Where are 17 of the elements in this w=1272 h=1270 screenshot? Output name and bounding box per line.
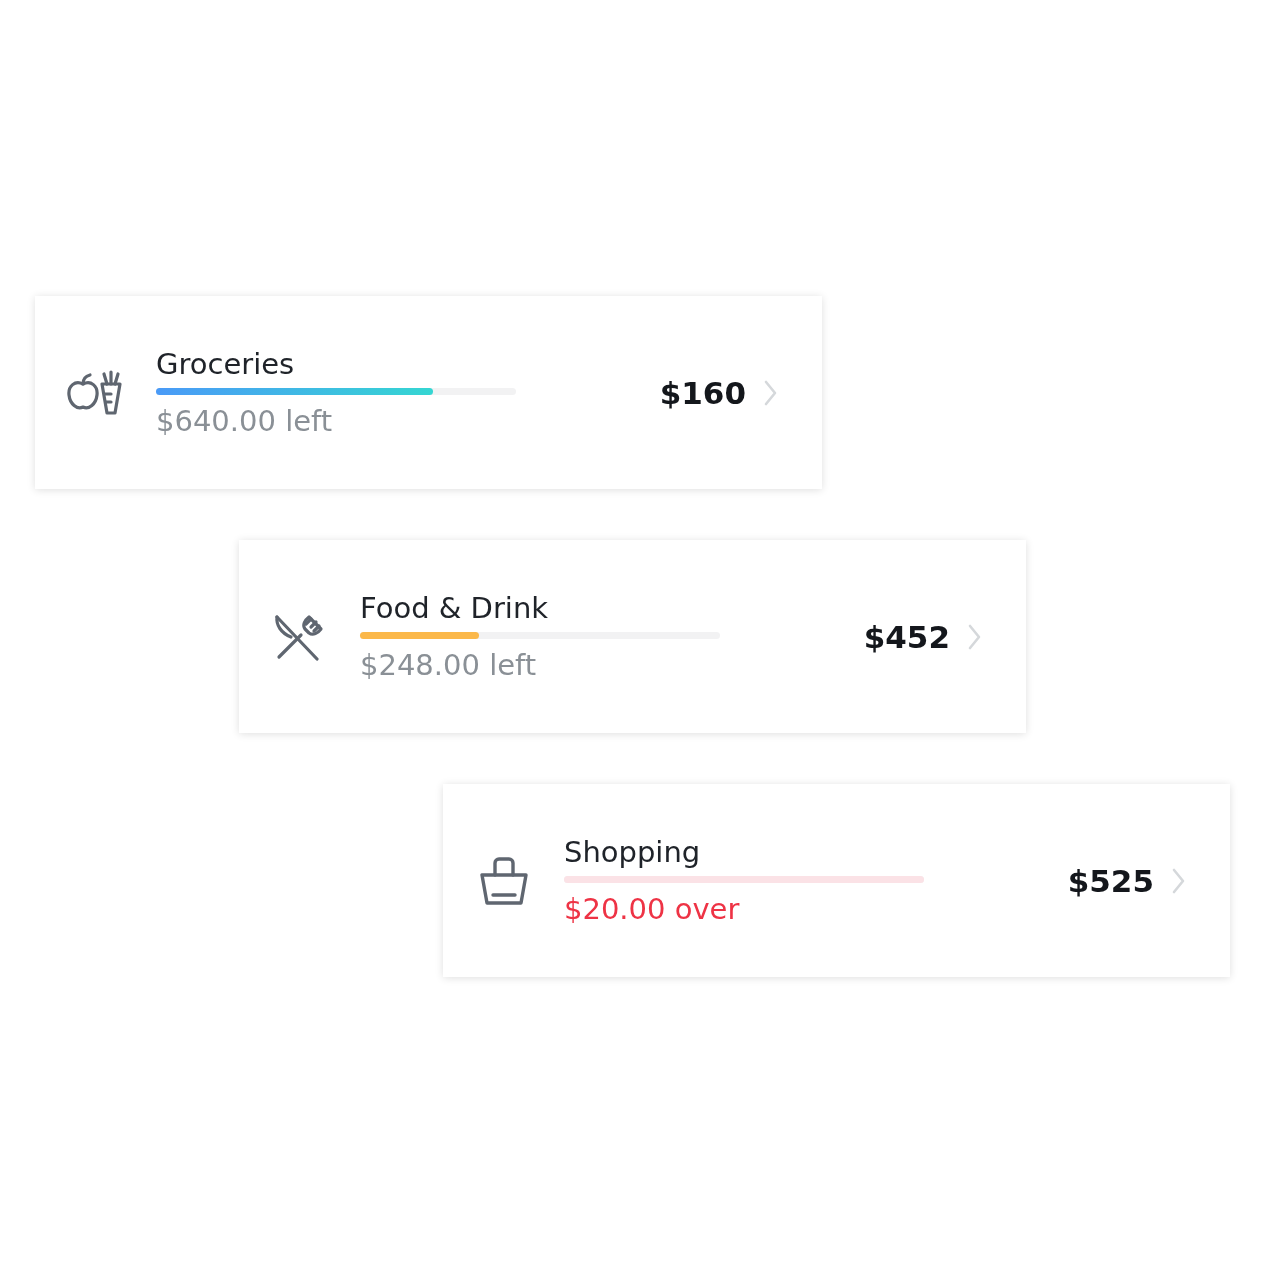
chevron-right-icon bbox=[764, 379, 777, 406]
category-name: Shopping bbox=[564, 834, 702, 870]
budget-card[interactable]: Groceries $640.00 left $160 bbox=[35, 296, 822, 489]
remaining-amount: $20.00 over bbox=[564, 891, 741, 927]
apple-carrot-icon bbox=[67, 369, 125, 416]
budget-amount: $160 bbox=[659, 374, 746, 411]
basket-icon bbox=[479, 854, 529, 907]
category-name: Food & Drink bbox=[360, 590, 550, 626]
remaining-amount: $248.00 left bbox=[360, 647, 538, 683]
remaining-amount: $640.00 left bbox=[156, 403, 334, 439]
category-name: Groceries bbox=[156, 346, 296, 382]
budget-card[interactable]: Shopping $20.00 over $525 bbox=[443, 784, 1230, 977]
chevron-right-icon bbox=[968, 623, 981, 650]
budget-card[interactable]: Food & Drink $248.00 left $452 bbox=[239, 540, 1026, 733]
chevron-right-icon bbox=[1172, 867, 1185, 894]
budget-amount: $452 bbox=[863, 618, 950, 655]
budget-amount: $525 bbox=[1067, 862, 1154, 899]
